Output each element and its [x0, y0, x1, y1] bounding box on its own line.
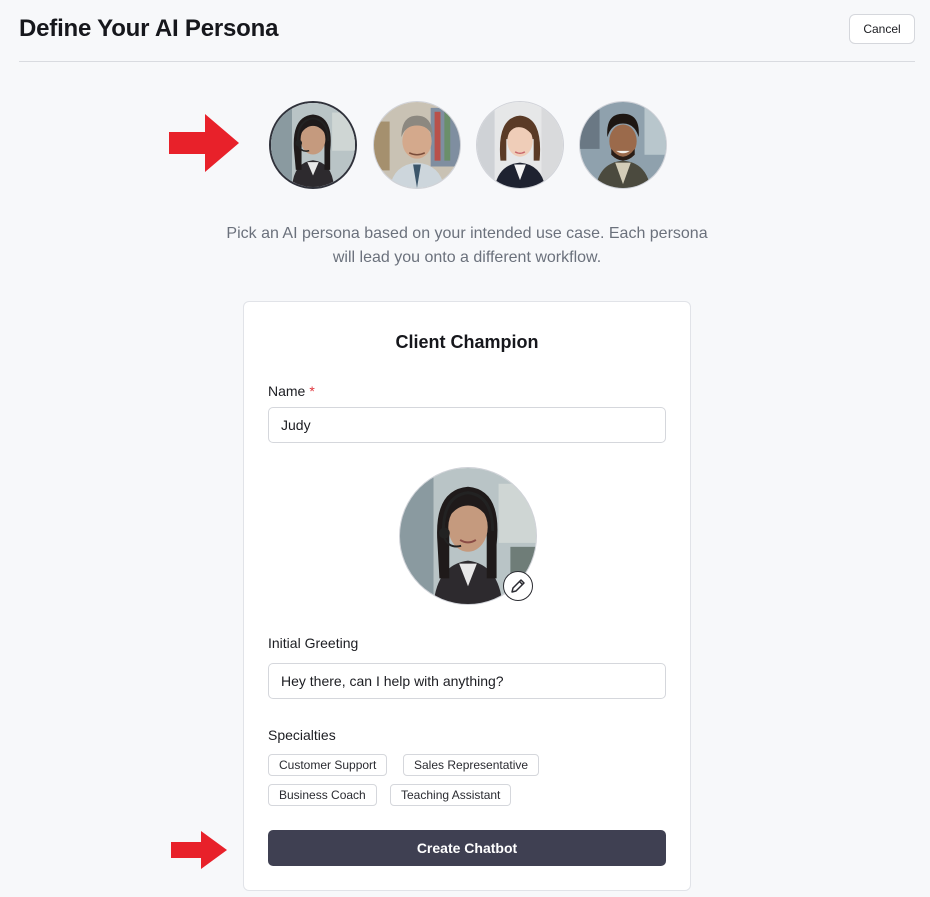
- create-chatbot-button[interactable]: Create Chatbot: [268, 830, 666, 866]
- page-title: Define Your AI Persona: [19, 15, 279, 42]
- pencil-icon: [511, 579, 525, 593]
- name-label-text: Name: [268, 383, 306, 399]
- name-label: Name *: [268, 383, 315, 399]
- tag-customer-support[interactable]: Customer Support: [268, 754, 388, 776]
- persona-woman-headset[interactable]: [269, 101, 357, 189]
- intro-text: Pick an AI persona based on your intende…: [200, 222, 734, 270]
- tag-sales-representative[interactable]: Sales Representative: [403, 754, 540, 776]
- edit-avatar-button[interactable]: [503, 571, 533, 601]
- cancel-button[interactable]: Cancel: [849, 14, 915, 44]
- persona-young-woman[interactable]: [476, 101, 564, 189]
- header: Define Your AI Persona Cancel: [19, 0, 915, 62]
- red-arrow-annotation-bottom: [171, 831, 227, 869]
- greeting-field[interactable]: [268, 663, 666, 699]
- greeting-label: Initial Greeting: [268, 635, 359, 651]
- specialties-label: Specialties: [268, 727, 336, 743]
- persona-older-man[interactable]: [373, 101, 461, 189]
- intro-line-1: Pick an AI persona based on your intende…: [226, 225, 708, 242]
- intro-line-2: will lead you onto a different workflow.: [332, 249, 602, 266]
- required-marker: *: [309, 383, 315, 399]
- persona-form-card: Client Champion Name * Judy Initial Gree…: [243, 301, 691, 891]
- persona-smiling-man[interactable]: [579, 101, 667, 189]
- red-arrow-annotation-top: [169, 114, 239, 172]
- name-field[interactable]: [268, 407, 666, 443]
- tag-business-coach[interactable]: Business Coach: [268, 784, 377, 806]
- card-title: Client Champion: [395, 332, 539, 352]
- tag-teaching-assistant[interactable]: Teaching Assistant: [390, 784, 512, 806]
- avatar-container: [399, 467, 539, 607]
